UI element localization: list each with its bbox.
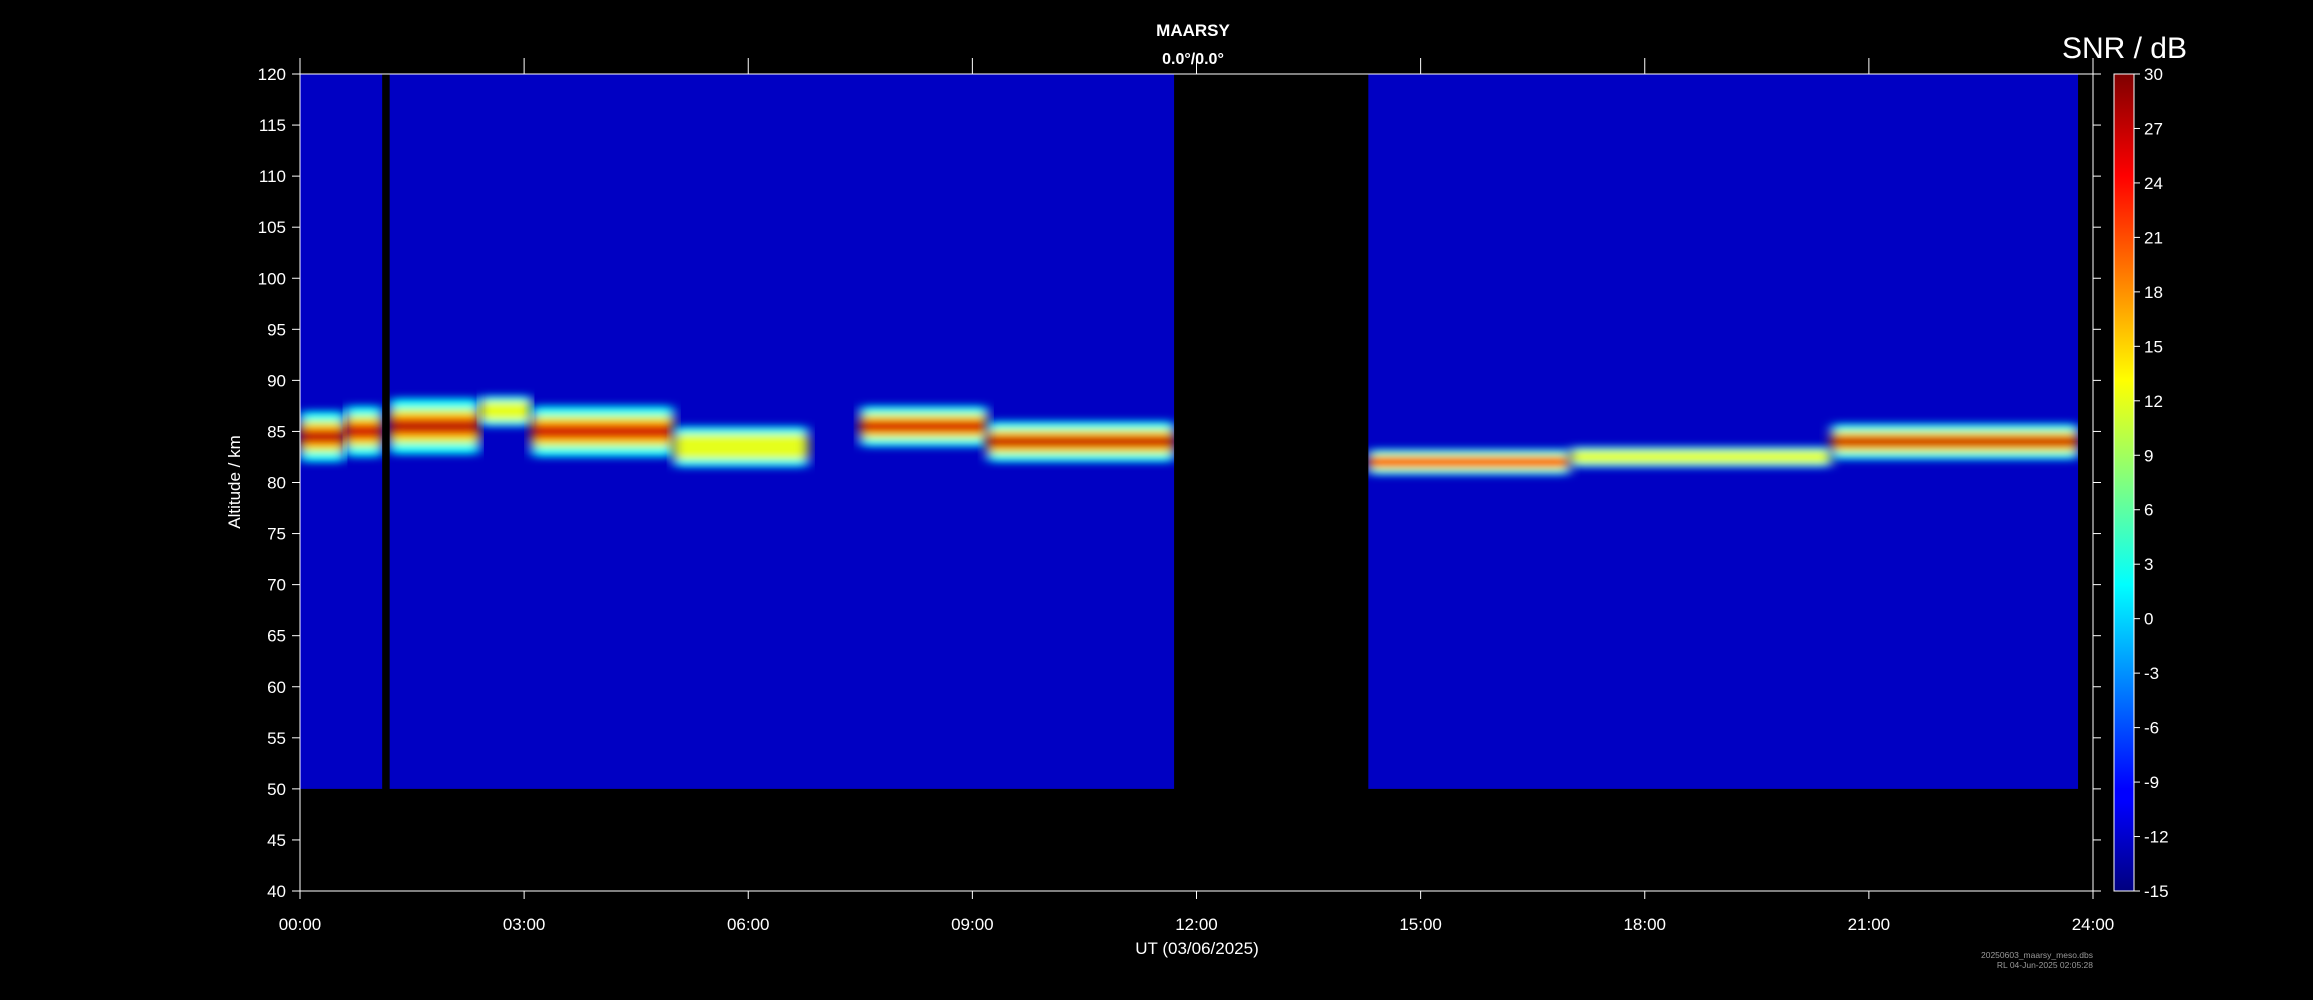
y-tick-label: 100 [258, 269, 286, 288]
x-tick-label: 03:00 [503, 915, 546, 934]
colorbar-tick-label: 27 [2144, 119, 2163, 138]
colorbar-tick-label: 30 [2144, 65, 2163, 84]
x-axis-label: UT (03/06/2025) [1135, 939, 1258, 958]
y-tick-label: 80 [267, 474, 286, 493]
colorbar-tick-label: 24 [2144, 174, 2163, 193]
colorbar-tick-label: -3 [2144, 664, 2159, 683]
chart-subtitle: 0.0°/0.0° [1162, 51, 1224, 68]
x-tick-label: 21:00 [1848, 915, 1891, 934]
colorbar-tick-label: 0 [2144, 610, 2153, 629]
colorbar-tick-label: 9 [2144, 446, 2153, 465]
x-tick-label: 24:00 [2072, 915, 2115, 934]
y-tick-label: 115 [259, 116, 286, 135]
x-tick-label: 00:00 [279, 915, 322, 934]
footer-creation-info: RL 04-Jun-2025 02:05:28 [1997, 960, 2093, 970]
y-tick-label: 45 [267, 831, 286, 850]
echo-layer-3 [389, 398, 480, 455]
colorbar-tick-label: 15 [2144, 337, 2163, 356]
y-tick-label: 40 [267, 882, 286, 901]
y-tick-label: 90 [267, 371, 286, 390]
echo-layer-6 [673, 426, 809, 468]
x-tick-label: 18:00 [1623, 915, 1666, 934]
data-gap-3 [2078, 74, 2093, 891]
x-tick-label: 06:00 [727, 915, 770, 934]
heatmap-area [300, 74, 2093, 891]
y-tick-label: 65 [267, 627, 286, 646]
snr-heatmap-chart: 4045505560657075808590951001051101151200… [0, 0, 2313, 1000]
colorbar-tick-label: 6 [2144, 501, 2153, 520]
y-tick-label: 50 [267, 780, 286, 799]
echo-layer-11 [1831, 423, 2079, 460]
colorbar-label: SNR / dB [2062, 32, 2187, 65]
data-gap-1 [382, 74, 390, 891]
data-gap-2 [1174, 74, 1369, 891]
y-axis-label: Altitude / km [225, 435, 244, 529]
y-tick-label: 70 [267, 576, 286, 595]
colorbar-tick-label: -15 [2144, 882, 2169, 901]
colorbar-tick-label: -9 [2144, 773, 2159, 792]
colorbar-tick-label: 12 [2144, 392, 2163, 411]
echo-layer-4 [479, 395, 532, 427]
x-tick-label: 09:00 [951, 915, 994, 934]
colorbar-gradient [2113, 73, 2135, 892]
x-tick-label: 12:00 [1175, 915, 1218, 934]
y-tick-label: 95 [267, 320, 286, 339]
colorbar-tick-label: 3 [2144, 555, 2153, 574]
y-tick-label: 110 [259, 167, 286, 186]
x-tick-label: 15:00 [1399, 915, 1442, 934]
chart-title: MAARSY [1156, 21, 1230, 40]
echo-layer-9 [1368, 449, 1571, 475]
colorbar-tick-label: 21 [2144, 228, 2163, 247]
colorbar-tick-label: -6 [2144, 719, 2159, 738]
echo-layer-8 [987, 421, 1175, 463]
y-tick-label: 105 [258, 218, 286, 237]
echo-layer-2 [344, 405, 383, 457]
echo-layer-1 [300, 411, 345, 463]
footer-file-name: 20250603_maarsy_meso.dbs [1981, 950, 2093, 960]
colorbar-tick-label: -12 [2144, 828, 2169, 847]
colorbar-tick-label: 18 [2144, 283, 2163, 302]
y-tick-label: 120 [258, 65, 286, 84]
echo-layer-7 [860, 405, 988, 447]
y-tick-label: 75 [267, 525, 286, 544]
y-tick-label: 55 [267, 729, 286, 748]
echo-layer-5 [531, 405, 674, 457]
echo-layer-10 [1570, 446, 1832, 468]
y-tick-label: 85 [267, 422, 286, 441]
y-tick-label: 60 [267, 678, 286, 697]
